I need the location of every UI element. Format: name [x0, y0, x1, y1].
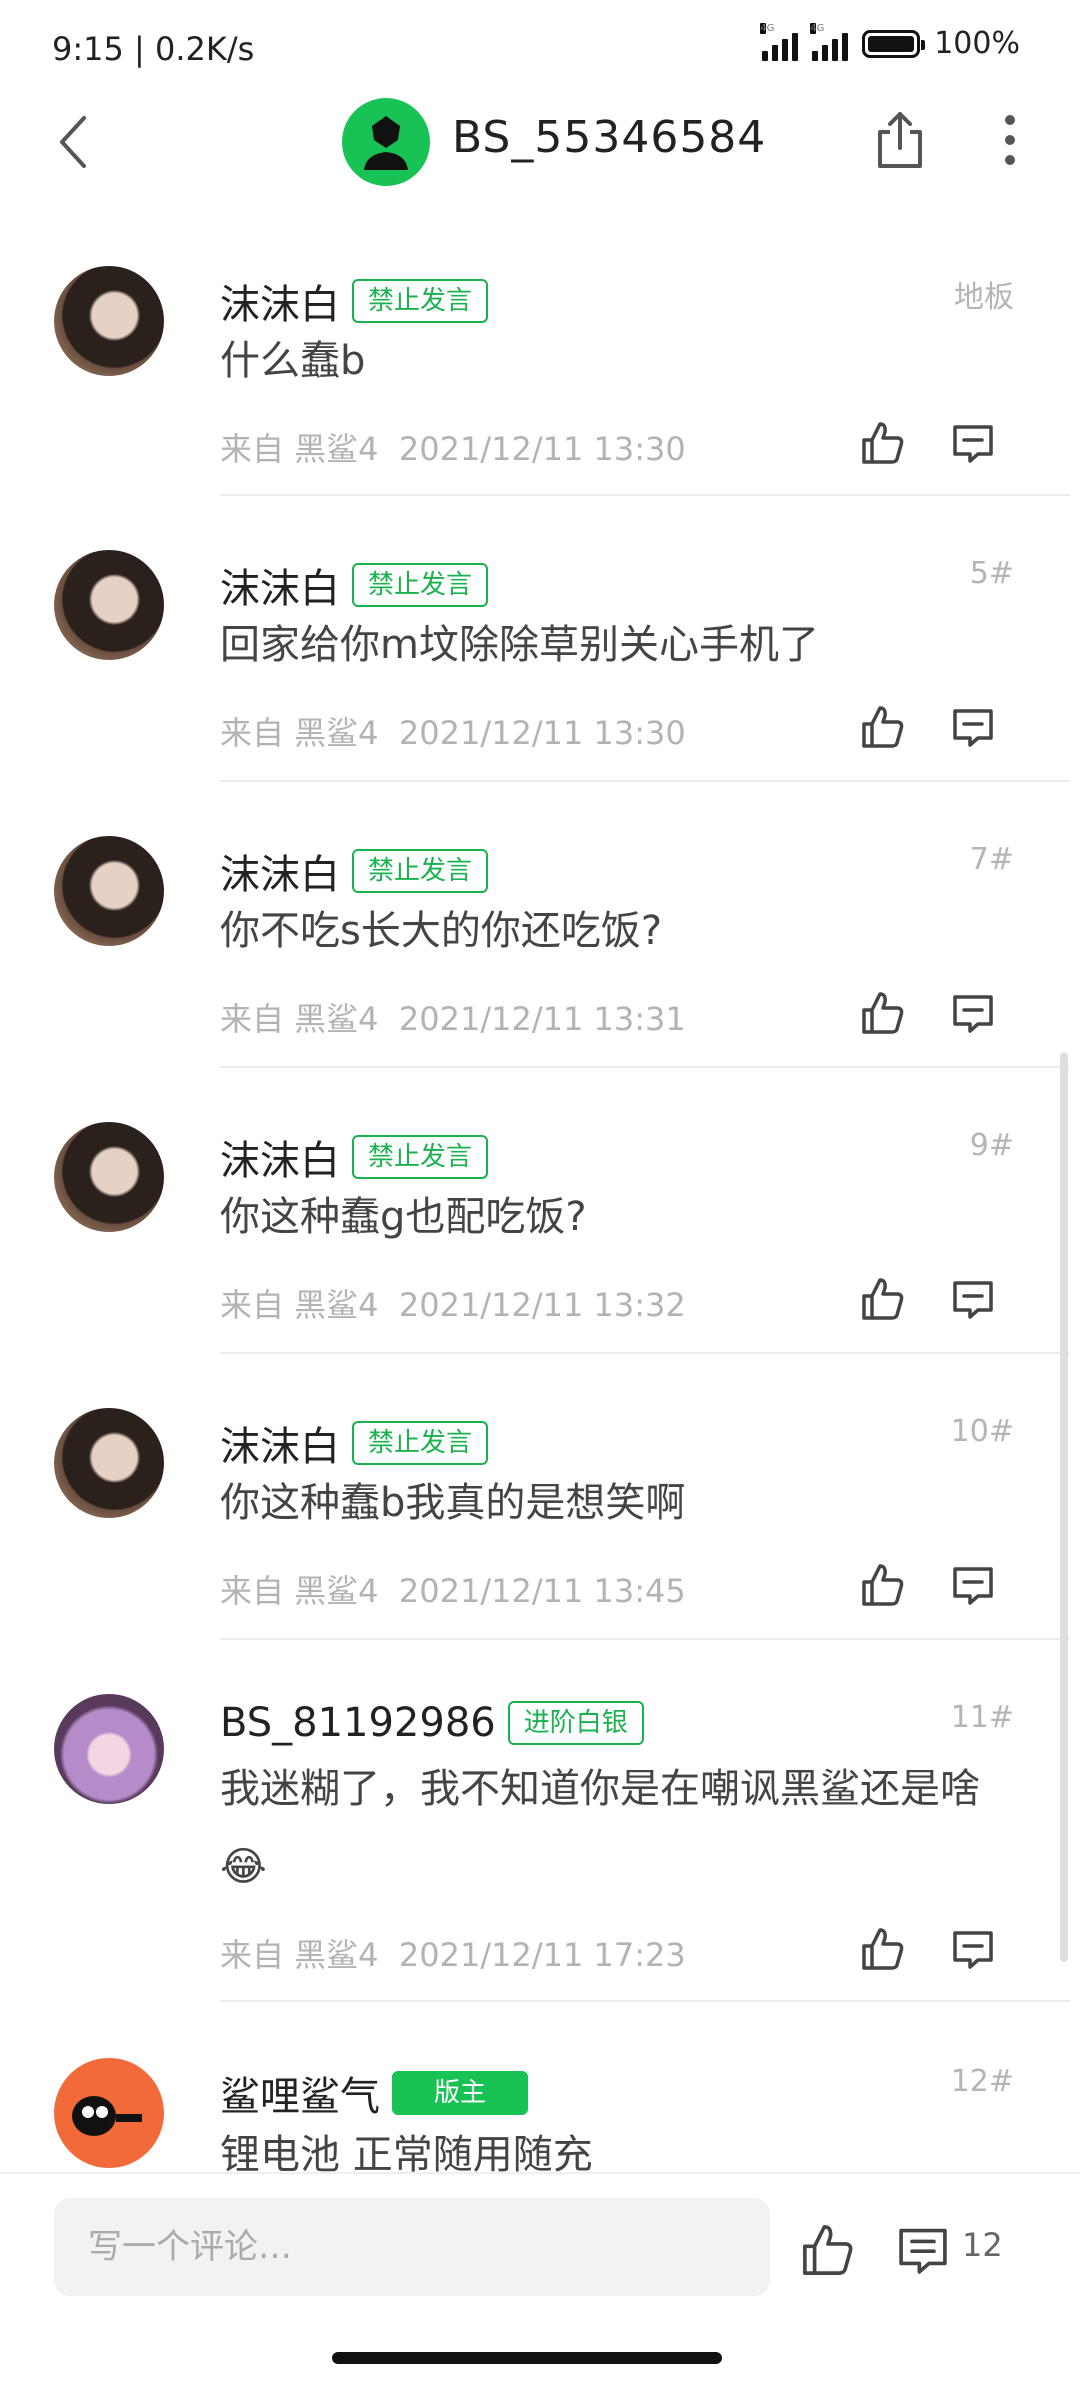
floor-number: 7#	[969, 842, 1014, 877]
avatar[interactable]	[54, 550, 164, 660]
comment-text: 你这种蠢g也配吃饭?	[220, 1194, 587, 1240]
comment-meta: 来自 黑鲨4 2021/12/11 13:31	[220, 1000, 686, 1038]
comment-icon[interactable]	[950, 420, 996, 466]
more-vertical-icon[interactable]	[995, 110, 1025, 170]
comment-count: 12	[962, 2226, 1003, 2264]
avatar[interactable]	[54, 266, 164, 376]
avatar[interactable]	[54, 1122, 164, 1232]
comment-icon[interactable]	[950, 1562, 996, 1608]
comment-text: 什么蠢b	[220, 338, 366, 384]
thumbs-up-icon[interactable]	[800, 2222, 856, 2278]
floor-number: 11#	[950, 1700, 1014, 1735]
battery-icon	[862, 29, 926, 58]
comment-meta: 来自 黑鲨4 2021/12/11 13:30	[220, 430, 686, 468]
divider	[220, 1066, 1070, 1068]
floor-number: 9#	[969, 1128, 1014, 1163]
thumbs-up-icon[interactable]	[860, 1276, 906, 1322]
thumbs-up-icon[interactable]	[860, 1562, 906, 1608]
comment-icon[interactable]	[950, 990, 996, 1036]
floor-number: 地板	[954, 280, 1014, 315]
comment-text: 你不吃s长大的你还吃饭?	[220, 908, 663, 954]
status-badge: 进阶白银	[507, 1701, 644, 1745]
avatar[interactable]	[54, 1408, 164, 1518]
back-arrow-icon[interactable]	[54, 112, 94, 172]
status-badge: 版主	[392, 2071, 529, 2115]
scrollbar[interactable]	[1060, 1052, 1068, 1962]
header-avatar[interactable]	[342, 98, 430, 186]
status-badge: 禁止发言	[352, 1421, 489, 1465]
comment-icon[interactable]	[950, 704, 996, 750]
comment-icon[interactable]	[895, 2222, 951, 2278]
comment-text: 回家给你m坟除除草别关心手机了	[220, 622, 819, 668]
status-badge: 禁止发言	[352, 1135, 489, 1179]
avatar[interactable]	[54, 1694, 164, 1804]
status-icons: 4G 4G 100%	[760, 22, 1020, 61]
signal-icon: 4G	[760, 22, 799, 61]
thumbs-up-icon[interactable]	[860, 1926, 906, 1972]
home-indicator[interactable]	[332, 2352, 722, 2364]
comment-meta: 来自 黑鲨4 2021/12/11 13:32	[220, 1286, 686, 1324]
thumbs-up-icon[interactable]	[860, 420, 906, 466]
avatar[interactable]	[54, 836, 164, 946]
comment-input[interactable]	[54, 2198, 770, 2296]
page-title: BS_55346584	[452, 112, 767, 163]
floor-number: 5#	[969, 556, 1014, 591]
status-badge: 禁止发言	[352, 279, 489, 323]
floor-number: 10#	[950, 1414, 1014, 1449]
floor-number: 12#	[950, 2064, 1014, 2099]
thumbs-up-icon[interactable]	[860, 704, 906, 750]
signal-icon: 4G	[810, 22, 849, 61]
divider	[220, 2000, 1070, 2002]
comment-meta: 来自 黑鲨4 2021/12/11 13:45	[220, 1572, 686, 1610]
share-icon[interactable]	[870, 108, 930, 172]
status-badge: 禁止发言	[352, 563, 489, 607]
comment-meta: 来自 黑鲨4 2021/12/11 17:23	[220, 1936, 686, 1974]
comment-icon[interactable]	[950, 1276, 996, 1322]
battery-percent: 100%	[934, 26, 1020, 61]
comment-meta: 来自 黑鲨4 2021/12/11 13:30	[220, 714, 686, 752]
comment-text: 你这种蠢b我真的是想笑啊	[220, 1480, 686, 1526]
comment-username[interactable]: 鲨哩鲨气 版主	[220, 2064, 529, 2122]
divider	[220, 1352, 1070, 1354]
divider	[220, 780, 1070, 782]
thumbs-up-icon[interactable]	[860, 990, 906, 1036]
comment-username[interactable]: BS_81192986 进阶白银	[220, 1700, 644, 1746]
comment-text: 我迷糊了，我不知道你是在嘲讽黑鲨还是啥😂	[220, 1766, 980, 1890]
status-badge: 禁止发言	[352, 849, 489, 893]
status-time: 9:15 | 0.2K/s	[52, 30, 255, 68]
divider	[220, 1638, 1070, 1640]
comment-icon[interactable]	[950, 1926, 996, 1972]
avatar[interactable]	[54, 2058, 164, 2168]
divider	[220, 494, 1070, 496]
